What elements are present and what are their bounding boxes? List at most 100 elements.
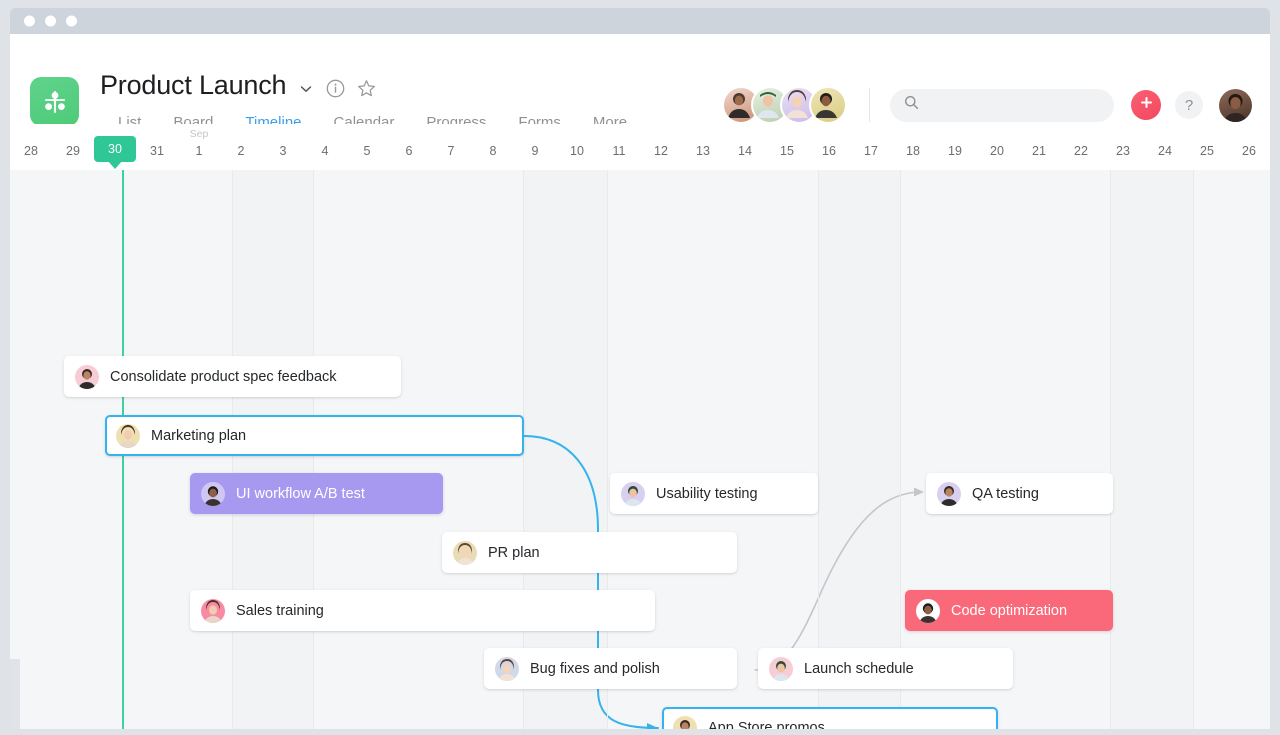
avatar [495,656,519,681]
avatar [673,715,697,729]
grid-divider [607,170,608,729]
avatar [201,598,225,623]
search-input[interactable] [928,96,1100,114]
search-box[interactable] [890,88,1114,122]
header-divider [869,88,870,122]
grid-divider [900,170,901,729]
avatar [116,423,140,448]
window-maximize-dot[interactable] [66,15,77,27]
timeline-task-bar[interactable]: QA testing [926,473,1113,514]
ruler-day-tick: 18 [906,144,920,158]
task-label: UI workflow A/B test [236,485,365,502]
task-label: PR plan [488,544,540,561]
ruler-day-tick: 19 [948,144,962,158]
avatar[interactable] [809,86,847,124]
task-label: Sales training [236,602,324,619]
ruler-day-tick: 13 [696,144,710,158]
grid-divider [818,170,819,729]
window-controls[interactable] [24,15,77,27]
timeline-task-bar[interactable]: PR plan [442,532,737,573]
ruler-day-tick: 14 [738,144,752,158]
task-label: App Store promos [708,719,825,730]
weekend-band [818,170,900,729]
ruler-day-tick: 5 [363,144,371,158]
help-button[interactable]: ? [1175,91,1203,119]
ruler-day-tick: 29 [66,144,80,158]
ruler-day-tick: 3 [279,144,287,158]
header-actions: ? [722,82,1270,128]
timeline-task-bar[interactable]: Bug fixes and polish [484,648,737,689]
app-root: Product Launch List Board Timeline Calen… [0,0,1280,735]
ruler-month-label: Sep [189,128,209,140]
ruler-day-tick: 8 [489,144,497,158]
avatar [916,598,940,623]
timeline-task-bar[interactable]: Launch schedule [758,648,1013,689]
info-circle-icon[interactable] [326,79,345,98]
weekend-band [1110,170,1193,729]
search-icon [904,95,919,115]
ruler-day-tick: 22 [1074,144,1088,158]
ruler-day-tick: 2 [237,144,245,158]
timeline-task-bar[interactable]: App Store promos [662,707,998,729]
ruler-day-tick: 20 [990,144,1004,158]
left-gutter [10,659,20,729]
avatar [75,364,99,389]
ruler-day-tick: 7 [447,144,455,158]
task-label: Bug fixes and polish [530,660,660,677]
chevron-down-icon[interactable] [298,81,314,97]
ruler-day-tick: 4 [321,144,329,158]
window-close-dot[interactable] [24,15,35,27]
timeline-task-bar[interactable]: Marketing plan [105,415,524,456]
avatar [769,656,793,681]
app-window: Product Launch List Board Timeline Calen… [10,34,1270,729]
today-marker: 30 [94,136,136,162]
timeline-task-bar[interactable]: Code optimization [905,590,1113,631]
task-label: QA testing [972,485,1039,502]
member-avatars[interactable] [722,86,847,124]
grid-divider [1193,170,1194,729]
task-label: Code optimization [951,602,1068,619]
ruler-day-tick: 31 [150,144,164,158]
ruler-day-tick: 23 [1116,144,1130,158]
ruler-day-tick: 17 [864,144,878,158]
task-label: Consolidate product spec feedback [110,368,337,385]
avatar [621,481,645,506]
timeline-ruler[interactable]: 28 29 30 31 1 Sep 2 3 4 5 6 7 8 9 10 11 12 13 14 15 16 17 18 19… [10,124,1270,171]
ruler-day-tick: 10 [570,144,584,158]
timeline-task-bar[interactable]: UI workflow A/B test [190,473,443,514]
ruler-day-tick: 25 [1200,144,1214,158]
plus-icon [1139,95,1154,115]
ruler-day-tick: 16 [822,144,836,158]
avatar [201,481,225,506]
timeline-task-bar[interactable]: Sales training [190,590,655,631]
ruler-day-tick: 6 [405,144,413,158]
ruler-day-tick: 11 [612,144,626,158]
grid-divider [1110,170,1111,729]
star-icon[interactable] [357,79,376,98]
task-label: Launch schedule [804,660,914,677]
page-title: Product Launch [100,70,287,100]
timeline-canvas[interactable]: Consolidate product spec feedback Marketi… [10,170,1270,729]
window-minimize-dot[interactable] [45,15,56,27]
add-button[interactable] [1131,90,1161,120]
ruler-day-tick: 26 [1242,144,1256,158]
timeline-task-bar[interactable]: Usability testing [610,473,818,514]
ruler-day-tick: 1 [195,144,203,158]
avatar [937,481,961,506]
window-titlebar [10,8,1270,34]
task-label: Marketing plan [151,427,247,444]
app-header: Product Launch List Board Timeline Calen… [10,34,1270,144]
avatar [453,540,477,565]
project-title-row: Product Launch [100,72,376,99]
ruler-day-tick: 28 [24,144,38,158]
ruler-day-tick: 15 [780,144,794,158]
weekend-band [523,170,607,729]
asana-logo-icon[interactable] [30,77,79,126]
ruler-day-tick: 21 [1032,144,1046,158]
ruler-day-tick: 24 [1158,144,1172,158]
ruler-day-tick: 9 [531,144,539,158]
task-label: Usability testing [656,485,758,502]
ruler-day-tick: 12 [654,144,668,158]
timeline-task-bar[interactable]: Consolidate product spec feedback [64,356,401,397]
profile-avatar[interactable] [1219,88,1252,122]
